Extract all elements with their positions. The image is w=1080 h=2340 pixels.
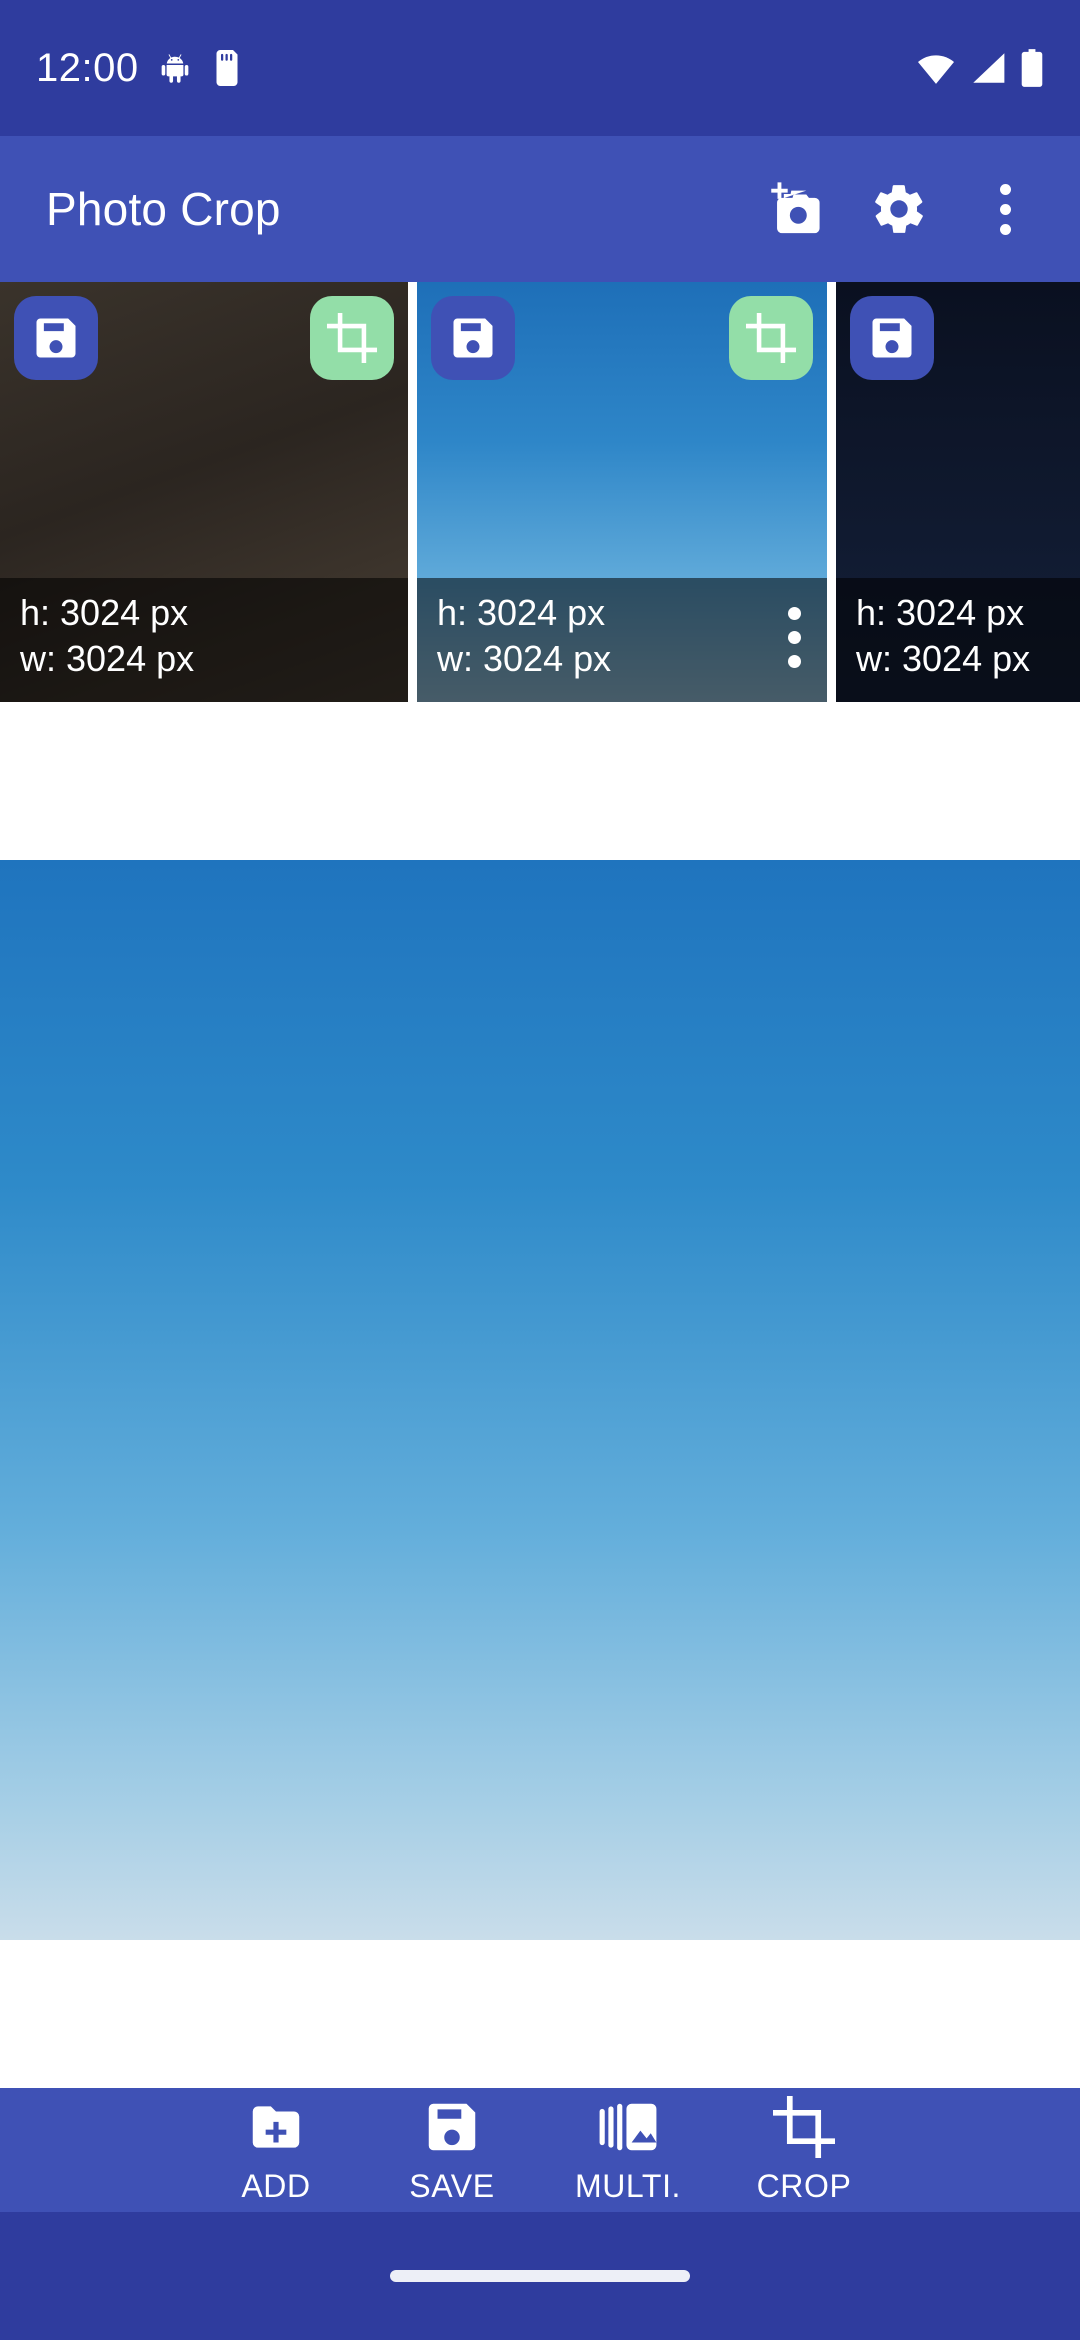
nav-item-add[interactable]: ADD [188,2096,364,2205]
status-bar-clock: 12:00 [36,45,139,90]
nav-label-multi: MULTI. [574,2167,682,2204]
nav-item-multi[interactable]: MULTI. [540,2096,716,2205]
home-indicator[interactable] [390,2270,690,2282]
bottom-navigation-bar: ADD SAVE MULTI. CROP [0,2088,1080,2212]
thumbnail-height-label: h: 3024 px [437,592,606,633]
thumbnail-crop-badge[interactable] [310,296,394,380]
nav-item-crop[interactable]: CROP [716,2095,892,2205]
main-preview-photo-duomo-di-milano[interactable] [0,860,1080,1940]
overflow-menu-icon[interactable] [974,178,1036,240]
thumbnail-save-badge[interactable] [431,296,515,380]
battery-icon [1020,49,1044,87]
thumbnail-overflow-menu-icon[interactable] [788,607,801,668]
nav-item-save[interactable]: SAVE [364,2096,540,2205]
nav-label-crop: CROP [756,2167,852,2204]
crop-icon [326,312,378,364]
gear-icon[interactable] [868,178,930,240]
thumbnail-width-label: w: 3024 px [437,638,612,680]
gesture-navigation-bar [0,2212,1080,2340]
thumbnail-height-label: h: 3024 px [856,592,1025,633]
thumbnail-info: h: 3024 px w: 3024 px [0,578,408,702]
add-folder-icon [245,2096,307,2158]
multi-image-icon [597,2096,659,2158]
nav-label-add: ADD [241,2167,311,2204]
thumbnail-item[interactable]: h: 3024 px w: 3024 px [0,282,408,702]
save-icon [872,318,912,358]
thumbnail-width-label: w: 3024 px [856,638,1031,680]
status-bar-right [916,49,1044,87]
thumbnail-width-label: w: 3024 px [20,638,195,680]
save-icon [421,2096,483,2158]
crop-icon [745,312,797,364]
save-icon [36,318,76,358]
page-title: Photo Crop [46,183,281,235]
app-bar: Photo Crop [0,136,1080,282]
app-root: 12:00 Photo Crop h: 3024 px w: 3024 px h… [0,0,1080,2340]
nav-label-save: SAVE [409,2167,495,2204]
main-preview-area[interactable] [0,702,1080,2088]
thumbnail-crop-badge[interactable] [729,296,813,380]
status-bar: 12:00 [0,0,1080,136]
thumbnail-height-label: h: 3024 px [20,592,189,633]
thumbnail-strip[interactable]: h: 3024 px w: 3024 px h: 3024 px w: 3024… [0,282,1080,702]
add-a-photo-icon[interactable] [762,178,824,240]
crop-icon [773,2095,835,2158]
sd-card-icon [211,50,243,86]
status-bar-left: 12:00 [36,46,243,91]
thumbnail-item[interactable]: h: 3024 px w: 3024 px [836,282,1080,702]
thumbnail-info: h: 3024 px w: 3024 px [836,578,1080,702]
thumbnail-item[interactable]: h: 3024 px w: 3024 px [417,282,827,702]
thumbnail-save-badge[interactable] [850,296,934,380]
android-debug-icon [157,50,193,86]
cellular-signal-icon [970,51,1006,85]
save-icon [453,318,493,358]
app-bar-actions [762,178,1050,240]
thumbnail-info: h: 3024 px w: 3024 px [417,578,827,702]
thumbnail-save-badge[interactable] [14,296,98,380]
wifi-icon [916,51,956,85]
